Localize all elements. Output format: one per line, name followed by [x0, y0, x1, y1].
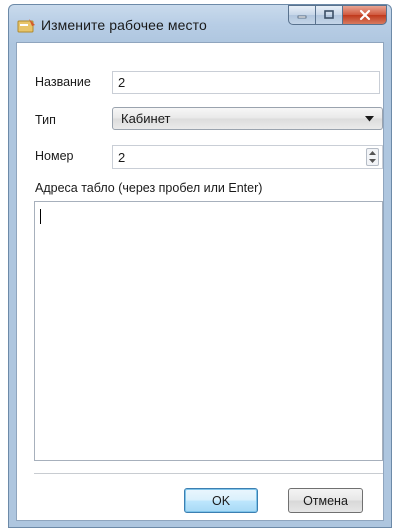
addresses-label: Адреса табло (через пробел или Enter)	[35, 181, 263, 195]
maximize-button[interactable]	[316, 5, 343, 25]
text-caret	[40, 209, 41, 224]
close-icon	[359, 9, 370, 21]
minimize-button[interactable]	[288, 5, 316, 25]
workplace-icon	[17, 17, 37, 35]
minimize-icon	[297, 15, 307, 19]
window-title: Измените рабочее место	[41, 17, 207, 33]
name-label: Название	[35, 75, 91, 89]
dialog-body: Название 2 Тип Кабинет Номер 2 Адреса та…	[16, 42, 384, 521]
name-value: 2	[118, 75, 126, 90]
cancel-button[interactable]: Отмена	[288, 488, 363, 513]
spin-down-button[interactable]	[367, 157, 378, 165]
type-label: Тип	[35, 113, 56, 127]
maximize-icon	[324, 10, 334, 19]
dialog-window: Измените рабочее место Название 2 Тип Ка…	[8, 4, 392, 528]
arrow-up-icon	[369, 151, 376, 155]
spin-up-button[interactable]	[367, 149, 378, 157]
ok-button[interactable]: OK	[184, 488, 258, 513]
title-bar[interactable]: Измените рабочее место	[9, 5, 391, 47]
divider	[34, 473, 383, 474]
spin-buttons	[366, 148, 379, 166]
addresses-textarea[interactable]	[34, 201, 383, 461]
type-select[interactable]: Кабинет	[112, 107, 383, 130]
chevron-down-icon	[365, 116, 374, 122]
number-spinbox[interactable]: 2	[112, 145, 383, 169]
number-label: Номер	[35, 149, 74, 163]
close-button[interactable]	[343, 5, 387, 25]
type-selected-value: Кабинет	[121, 111, 171, 126]
caption-buttons	[288, 5, 387, 25]
number-value: 2	[118, 149, 126, 165]
name-input[interactable]: 2	[112, 71, 380, 94]
arrow-down-icon	[369, 159, 376, 163]
